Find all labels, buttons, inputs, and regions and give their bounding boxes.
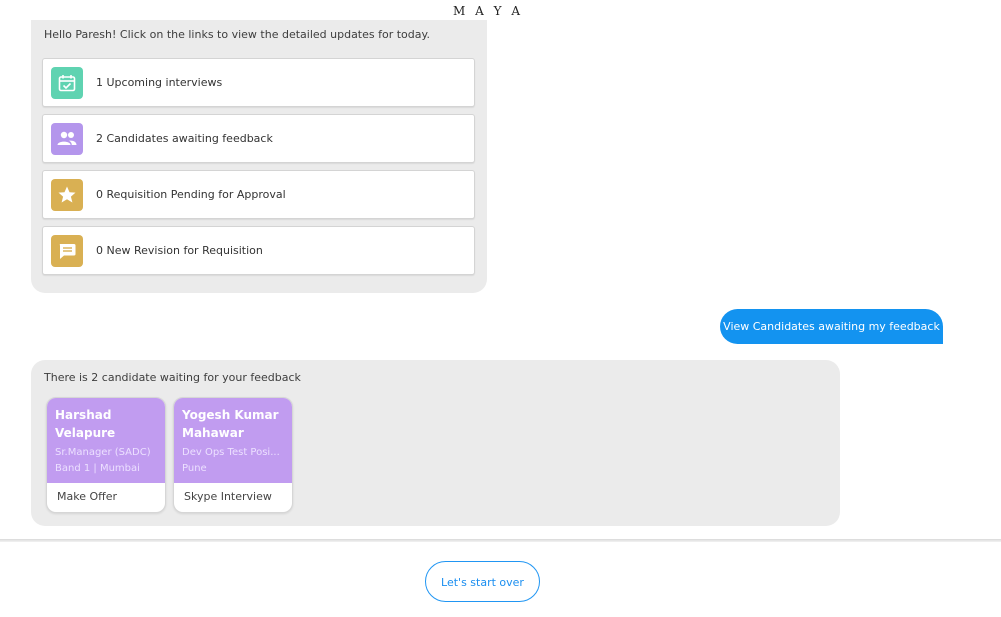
candidate-location: Pune	[182, 463, 207, 474]
candidate-name: Harshad Velapure	[55, 408, 116, 440]
candidate-role: Sr.Manager (SADC)	[55, 447, 151, 458]
candidate-card[interactable]: Harshad Velapure Sr.Manager (SADC) Band …	[46, 397, 166, 513]
make-offer-action[interactable]: Make Offer	[57, 490, 117, 503]
candidates-awaiting-feedback-link[interactable]: 2 Candidates awaiting feedback	[42, 114, 475, 163]
upcoming-interviews-link[interactable]: 1 Upcoming interviews	[42, 58, 475, 107]
people-icon	[51, 123, 83, 155]
message-icon	[51, 235, 83, 267]
start-over-button[interactable]: Let's start over	[425, 561, 540, 602]
skype-interview-action[interactable]: Skype Interview	[184, 490, 272, 503]
calendar-check-icon	[51, 67, 83, 99]
candidate-name: Yogesh Kumar Mahawar	[182, 408, 279, 440]
requisition-pending-approval-link[interactable]: 0 Requisition Pending for Approval	[42, 170, 475, 219]
feedback-summary-text: There is 2 candidate waiting for your fe…	[44, 371, 301, 384]
new-revision-requisition-link[interactable]: 0 New Revision for Requisition	[42, 226, 475, 275]
requisition-pending-approval-label: 0 Requisition Pending for Approval	[96, 188, 286, 201]
app-title: M A Y A	[453, 4, 523, 18]
candidate-role: Dev Ops Test Posi...	[182, 447, 280, 458]
bot-message-candidates: There is 2 candidate waiting for your fe…	[31, 360, 840, 526]
candidate-card-header: Harshad Velapure Sr.Manager (SADC) Band …	[47, 398, 165, 483]
candidates-awaiting-feedback-label: 2 Candidates awaiting feedback	[96, 132, 273, 145]
greeting-text: Hello Paresh! Click on the links to view…	[44, 28, 430, 41]
chat-page: M A Y A Hello Paresh! Click on the links…	[0, 0, 1001, 617]
new-revision-requisition-label: 0 New Revision for Requisition	[96, 244, 263, 257]
star-icon	[51, 179, 83, 211]
user-message-bubble: View Candidates awaiting my feedback	[720, 309, 943, 344]
footer-divider	[0, 539, 1001, 542]
upcoming-interviews-label: 1 Upcoming interviews	[96, 76, 223, 89]
candidate-card[interactable]: Yogesh Kumar Mahawar Dev Ops Test Posi..…	[173, 397, 293, 513]
bot-message-greeting: Hello Paresh! Click on the links to view…	[31, 20, 487, 293]
candidate-location: Band 1 | Mumbai	[55, 463, 140, 474]
candidate-card-header: Yogesh Kumar Mahawar Dev Ops Test Posi..…	[174, 398, 292, 483]
